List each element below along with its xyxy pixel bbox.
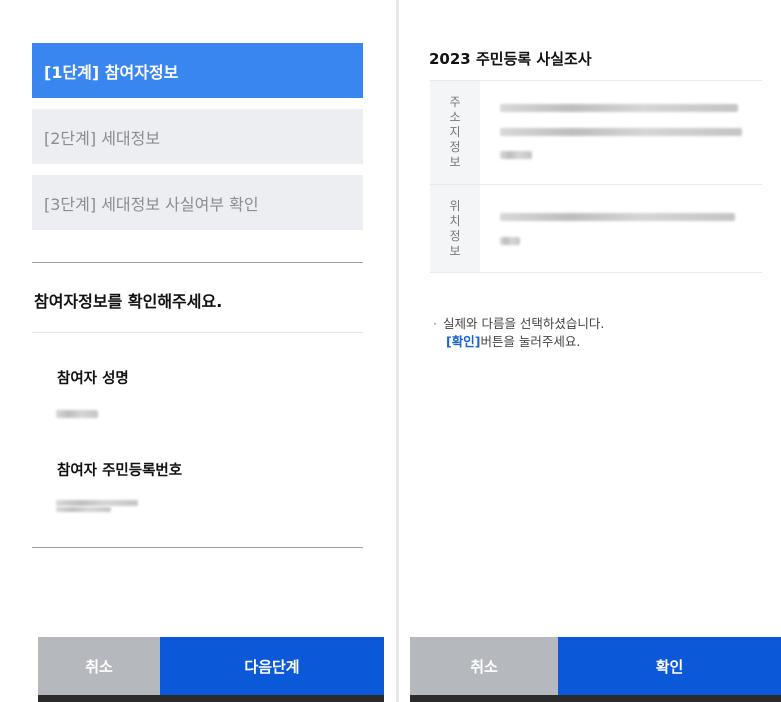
address-row: 주 소 지 정 보: [430, 81, 762, 185]
step-2-household-info[interactable]: [2단계] 세대정보: [32, 109, 363, 164]
notice-line-1: 실제와 다름을 선택하셨습니다.: [442, 316, 605, 331]
button-bar-edge: [38, 695, 384, 702]
notice-keyword: [확인]: [446, 334, 481, 349]
bullet-dot: ·: [433, 316, 437, 331]
step-1-participant-info[interactable]: [1단계] 참여자정보: [32, 43, 363, 98]
section-divider-thin: [32, 332, 363, 333]
survey-panel: 2023 주민등록 사실조사 주 소 지 정 보 위 치 정 보 · 실제와 다…: [401, 0, 781, 702]
next-step-button[interactable]: 다음단계: [160, 637, 384, 695]
survey-title: 2023 주민등록 사실조사: [429, 50, 592, 68]
confirm-button[interactable]: 확인: [558, 637, 781, 695]
section-divider: [32, 262, 363, 263]
step-1-label: [1단계] 참여자정보: [44, 62, 179, 82]
location-value-redacted: [480, 185, 762, 272]
notice-text: · 실제와 다름을 선택하셨습니다. [확인]버튼을 눌러주세요.: [433, 315, 604, 351]
panel-divider: [396, 0, 399, 702]
participant-panel: [1단계] 참여자정보 [2단계] 세대정보 [3단계] 세대정보 사실여부 확…: [0, 0, 394, 702]
step-2-label: [2단계] 세대정보: [44, 128, 161, 148]
bottom-divider: [32, 547, 363, 548]
info-table: 주 소 지 정 보 위 치 정 보: [430, 80, 762, 273]
cancel-button[interactable]: 취소: [38, 637, 160, 695]
section-title: 참여자정보를 확인해주세요.: [34, 292, 223, 311]
address-header: 주 소 지 정 보: [430, 81, 480, 184]
location-row: 위 치 정 보: [430, 185, 762, 273]
button-bar-edge-right: [410, 695, 781, 702]
address-value-redacted: [480, 81, 762, 184]
participant-name-label: 참여자 성명: [57, 371, 129, 387]
step-3-label: [3단계] 세대정보 사실여부 확인: [44, 194, 259, 214]
notice-line-2: 버튼을 눌러주세요.: [480, 334, 581, 349]
step-3-household-verify[interactable]: [3단계] 세대정보 사실여부 확인: [32, 175, 363, 230]
cancel-button-right[interactable]: 취소: [410, 637, 558, 695]
participant-id-label: 참여자 주민등록번호: [57, 463, 183, 479]
location-header: 위 치 정 보: [430, 185, 480, 272]
